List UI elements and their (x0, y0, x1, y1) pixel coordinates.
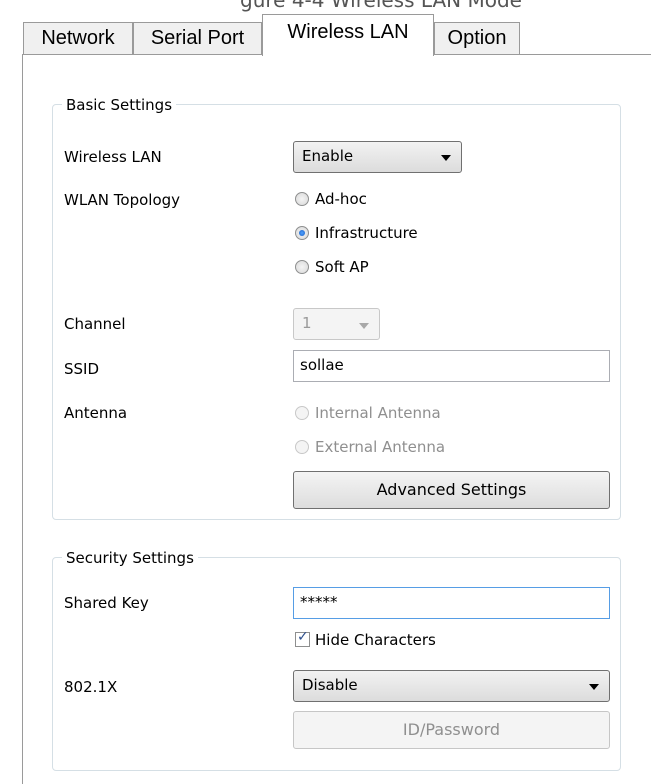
tab-option[interactable]: Option (434, 22, 520, 55)
ssid-label: SSID (64, 360, 100, 378)
dot1x-label: 802.1X (64, 678, 118, 696)
dot1x-select[interactable]: Disable (293, 670, 610, 702)
ssid-input[interactable]: sollae (293, 350, 610, 382)
radio-external-antenna-label: External Antenna (315, 438, 446, 456)
shared-key-input[interactable]: ***** (293, 587, 610, 619)
wireless-lan-select[interactable]: Enable (293, 141, 462, 173)
ssid-value: sollae (300, 356, 344, 374)
antenna-label: Antenna (64, 404, 128, 422)
radio-internal-antenna-label: Internal Antenna (315, 404, 441, 422)
hide-characters-label: Hide Characters (315, 631, 436, 649)
advanced-settings-button[interactable]: Advanced Settings (293, 471, 610, 509)
radio-unselected-icon (295, 440, 309, 454)
channel-label: Channel (64, 315, 126, 333)
radio-unselected-icon (295, 406, 309, 420)
wireless-lan-value: Enable (302, 147, 354, 165)
radio-unselected-icon (295, 192, 309, 206)
radio-infrastructure-label: Infrastructure (315, 224, 418, 242)
radio-selected-icon (295, 226, 309, 240)
security-settings-legend: Security Settings (62, 549, 198, 567)
channel-value: 1 (302, 314, 312, 332)
tab-wireless-lan[interactable]: Wireless LAN (262, 14, 434, 56)
chevron-down-icon (441, 155, 451, 161)
chevron-down-icon (359, 323, 369, 329)
dot1x-value: Disable (302, 676, 358, 694)
channel-select[interactable]: 1 (293, 308, 380, 340)
radio-soft-ap-label: Soft AP (315, 258, 369, 276)
radio-unselected-icon (295, 260, 309, 274)
wlan-topology-label: WLAN Topology (64, 191, 181, 209)
wireless-lan-label: Wireless LAN (64, 148, 162, 166)
checkbox-checked-icon: ✓ (295, 629, 310, 647)
tab-panel-border-left (22, 54, 23, 784)
radio-ad-hoc-label: Ad-hoc (315, 190, 367, 208)
tab-network[interactable]: Network (23, 22, 133, 55)
shared-key-label: Shared Key (64, 594, 149, 612)
shared-key-value: ***** (300, 593, 338, 611)
basic-settings-legend: Basic Settings (62, 96, 177, 114)
tab-serial-port[interactable]: Serial Port (133, 22, 262, 55)
chevron-down-icon (589, 684, 599, 690)
id-password-button[interactable]: ID/Password (293, 711, 610, 749)
